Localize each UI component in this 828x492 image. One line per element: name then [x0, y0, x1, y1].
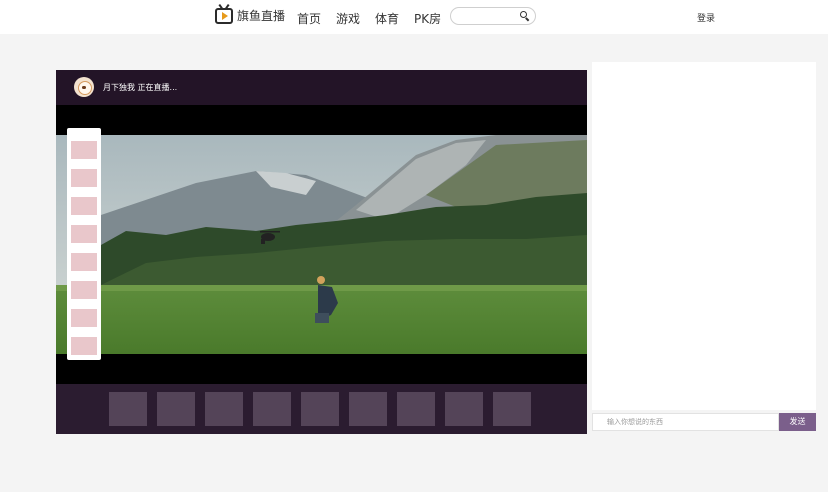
gift-item[interactable]	[71, 169, 97, 187]
stream-thumbnail[interactable]	[205, 392, 243, 426]
gift-item[interactable]	[71, 225, 97, 243]
nav-sports[interactable]: 体育	[375, 10, 399, 27]
gift-panel	[67, 128, 101, 360]
chat-input[interactable]: 输入你想说的东西	[592, 413, 779, 431]
player-info-bar: 月下独我 正在直播...	[56, 70, 587, 105]
gift-item[interactable]	[71, 281, 97, 299]
stream-thumbnail-bar	[56, 384, 587, 434]
send-button[interactable]: 发送	[779, 413, 816, 431]
stream-thumbnail[interactable]	[493, 392, 531, 426]
gift-item[interactable]	[71, 309, 97, 327]
stream-thumbnail[interactable]	[445, 392, 483, 426]
chat-message-panel[interactable]	[592, 62, 816, 410]
nav-pk-room[interactable]: PK房	[414, 10, 441, 27]
gift-item[interactable]	[71, 197, 97, 215]
streamer-avatar[interactable]	[74, 77, 94, 97]
video-frame[interactable]	[56, 135, 587, 354]
streamer-live-title: 月下独我 正在直播...	[103, 83, 178, 92]
stream-thumbnail[interactable]	[349, 392, 387, 426]
tv-logo-icon	[214, 3, 234, 25]
nav-games[interactable]: 游戏	[336, 10, 360, 27]
search-input[interactable]	[450, 7, 536, 25]
nav-home[interactable]: 首页	[297, 10, 321, 27]
stream-thumbnail[interactable]	[301, 392, 339, 426]
search-icon[interactable]	[520, 11, 530, 22]
login-link[interactable]: 登录	[697, 11, 715, 24]
stream-thumbnail[interactable]	[109, 392, 147, 426]
video-scene	[56, 135, 587, 354]
stream-thumbnail[interactable]	[397, 392, 435, 426]
live-player: 月下独我 正在直播...	[56, 70, 587, 434]
top-navbar: 旗鱼直播 首页 游戏 体育 PK房 登录	[0, 0, 828, 34]
gift-item[interactable]	[71, 141, 97, 159]
logo-text: 旗鱼直播	[237, 8, 286, 23]
stream-thumbnail[interactable]	[253, 392, 291, 426]
stream-thumbnail[interactable]	[157, 392, 195, 426]
site-logo[interactable]: 旗鱼直播	[214, 3, 286, 25]
gift-item[interactable]	[71, 337, 97, 355]
gift-item[interactable]	[71, 253, 97, 271]
main-nav: 首页 游戏 体育 PK房	[297, 10, 456, 27]
